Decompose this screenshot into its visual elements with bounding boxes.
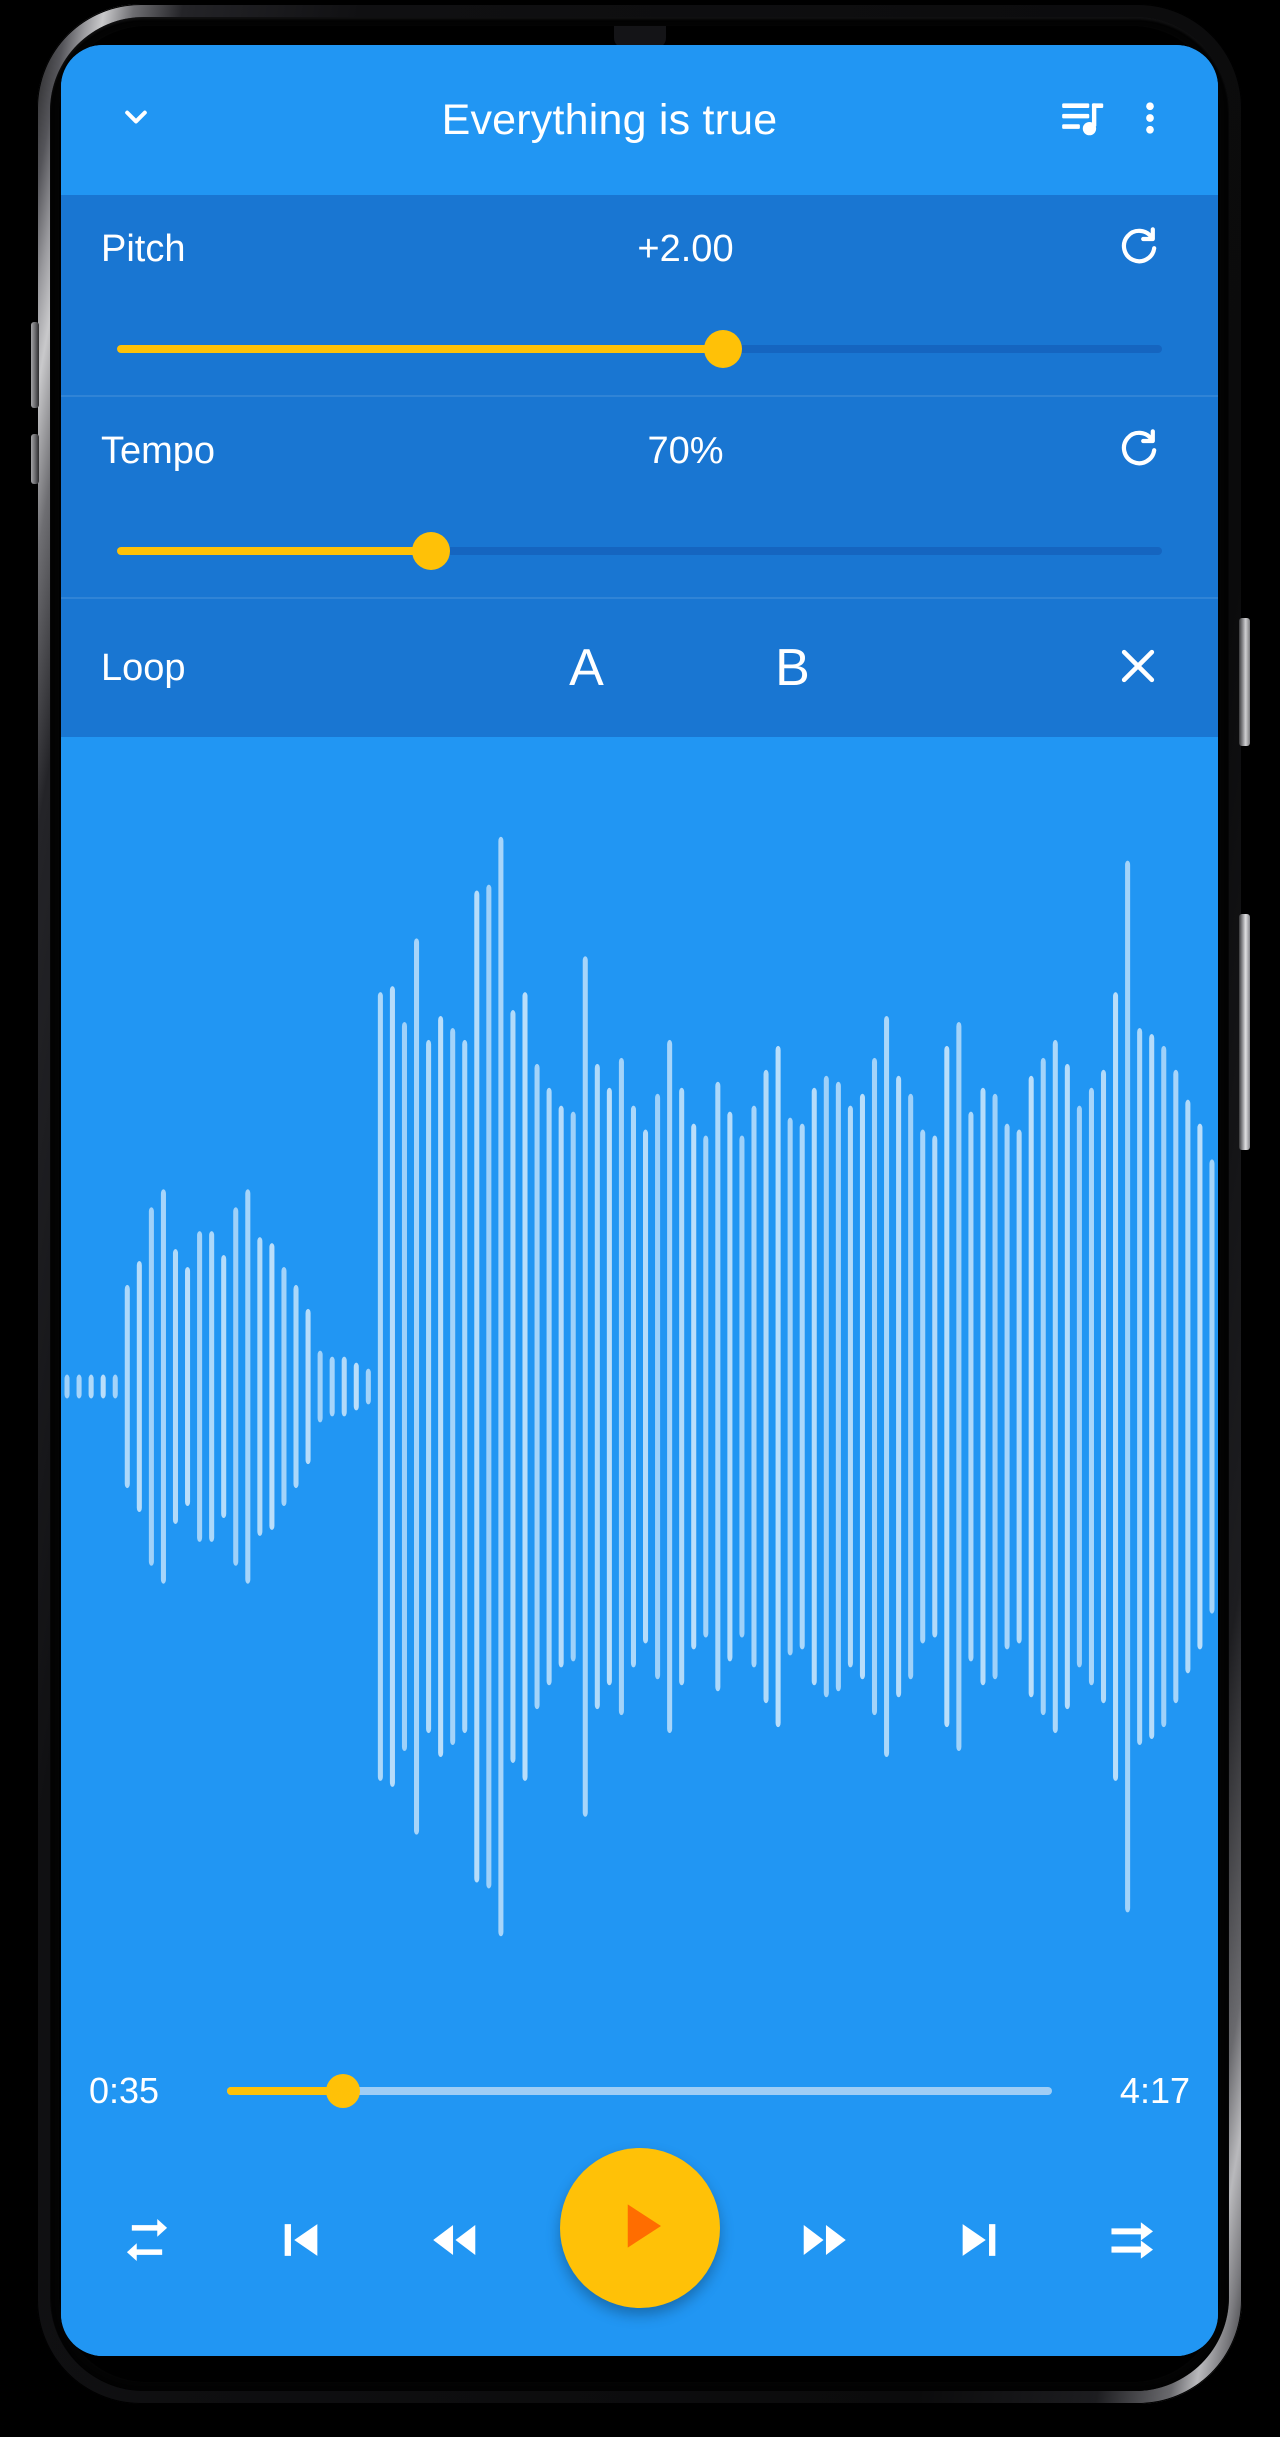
total-time-label: 4:17 — [1119, 2070, 1190, 2111]
repeat-button[interactable] — [99, 2194, 195, 2290]
pitch-slider-thumb[interactable] — [704, 330, 743, 368]
pitch-header: Pitch +2.00 — [101, 195, 1178, 303]
pitch-reset-button[interactable] — [1100, 210, 1178, 288]
collapse-player-button[interactable] — [99, 83, 173, 157]
rewind-button[interactable] — [406, 2194, 502, 2290]
close-icon — [1112, 640, 1164, 697]
refresh-icon — [1115, 223, 1163, 276]
loop-label: Loop — [101, 646, 186, 689]
tempo-slider[interactable] — [117, 505, 1162, 597]
phone-hardware-frame: Everything is true Pitch +2.00 Tempo 70%… — [31, 4, 1250, 2404]
pitch-slider[interactable] — [117, 303, 1162, 395]
next-track-button[interactable] — [931, 2194, 1027, 2290]
waveform-display[interactable] — [61, 737, 1218, 2036]
skip-next-icon — [951, 2212, 1007, 2273]
play-arrow-icon — [605, 2191, 675, 2266]
loop-clear-button[interactable] — [1098, 628, 1178, 708]
fast-forward-icon — [796, 2211, 854, 2274]
shuffle-button[interactable] — [1084, 2194, 1180, 2290]
previous-track-button[interactable] — [253, 2194, 349, 2290]
tempo-slider-fill — [117, 547, 431, 555]
seek-slider[interactable] — [227, 2061, 1052, 2121]
tempo-header: Tempo 70% — [101, 397, 1178, 505]
waveform-canvas — [64, 836, 1215, 1937]
transport-controls-bar — [61, 2146, 1218, 2356]
more-vert-icon — [1129, 97, 1171, 144]
refresh-icon — [1115, 425, 1163, 478]
queue-button[interactable] — [1046, 83, 1120, 157]
fast-forward-button[interactable] — [777, 2194, 873, 2290]
tempo-label: Tempo — [101, 429, 216, 472]
app-bar: Everything is true — [61, 45, 1218, 195]
queue-music-icon — [1058, 93, 1108, 148]
overflow-menu-button[interactable] — [1120, 83, 1180, 157]
tempo-slider-thumb[interactable] — [411, 532, 450, 570]
playback-controls-panel: Pitch +2.00 Tempo 70% Loop A B — [61, 195, 1218, 737]
phone-screen: Everything is true Pitch +2.00 Tempo 70%… — [61, 45, 1218, 2356]
left-side-button-lower[interactable] — [31, 434, 39, 484]
pitch-value: +2.00 — [637, 227, 734, 270]
pitch-label: Pitch — [101, 227, 186, 270]
skip-previous-icon — [273, 2212, 329, 2273]
tempo-control-row: Tempo 70% — [61, 397, 1218, 597]
pitch-slider-fill — [117, 345, 724, 353]
left-side-button-upper[interactable] — [31, 322, 39, 408]
loop-point-a-button[interactable]: A — [544, 625, 630, 711]
seek-slider-thumb[interactable] — [325, 2074, 360, 2108]
page-title: Everything is true — [441, 95, 778, 144]
seek-bar-row: 0:35 4:17 — [61, 2036, 1218, 2146]
current-time-label: 0:35 — [89, 2070, 160, 2111]
loop-point-b-button[interactable]: B — [750, 625, 836, 711]
fast-rewind-icon — [425, 2211, 483, 2274]
play-pause-button[interactable] — [559, 2148, 720, 2308]
loop-control-row: Loop A B — [61, 599, 1218, 737]
shuffle-icon — [1104, 2212, 1160, 2273]
repeat-icon — [119, 2212, 175, 2273]
pitch-control-row: Pitch +2.00 — [61, 195, 1218, 395]
tempo-value: 70% — [647, 429, 724, 472]
volume-rocker-button[interactable] — [1239, 914, 1250, 1150]
chevron-down-icon — [113, 95, 159, 146]
tempo-reset-button[interactable] — [1100, 412, 1178, 490]
power-button[interactable] — [1239, 618, 1250, 746]
loop-ab-group: A B — [351, 625, 1098, 711]
